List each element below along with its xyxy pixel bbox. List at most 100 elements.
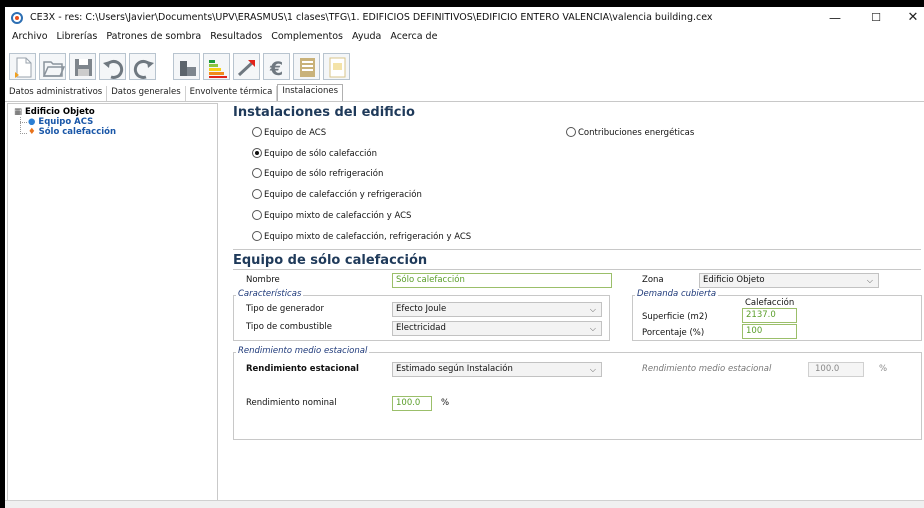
rendimiento-nominal-unit: % <box>441 398 450 408</box>
close-button[interactable]: ✕ <box>898 9 924 27</box>
radio-label: Equipo mixto de calefacción, refrigeraci… <box>264 232 472 242</box>
radio-mixto-calefaccion-refrigeracion-acs[interactable]: Equipo mixto de calefacción, refrigeraci… <box>252 231 471 242</box>
tree-node-label: Edificio Objeto <box>25 107 95 117</box>
save-icon[interactable] <box>69 53 96 80</box>
tab-datos-administrativos[interactable]: Datos administrativos <box>5 86 108 101</box>
water-drop-icon: ● <box>28 117 36 127</box>
radio-label: Equipo de sólo refrigeración <box>264 169 384 179</box>
tree-node-label: Equipo ACS <box>38 117 94 127</box>
zona-select[interactable]: Edificio Objeto ⌵ <box>699 273 879 288</box>
radio-circle <box>252 231 262 241</box>
radio-label: Contribuciones energéticas <box>578 128 695 138</box>
porcentaje-field[interactable]: 100 <box>742 324 797 339</box>
radio-calefaccion-refrigeracion[interactable]: Equipo de calefacción y refrigeración <box>252 189 422 200</box>
maximize-button[interactable]: ☐ <box>861 9 891 27</box>
rendimiento-medio-label: Rendimiento medio estacional <box>642 364 772 374</box>
menu-archivo[interactable]: Archivo <box>12 31 48 47</box>
certificate-icon[interactable] <box>323 53 350 80</box>
demanda-title: Demanda cubierta <box>635 289 719 299</box>
menu-bar: Archivo Librerías Patrones de sombra Res… <box>5 31 437 47</box>
tree-guide <box>20 133 27 134</box>
chart-arrow-icon[interactable] <box>233 53 260 80</box>
section-divider <box>233 249 921 250</box>
radio-label: Equipo de sólo calefacción <box>264 149 378 159</box>
tab-envolvente-termica[interactable]: Envolvente térmica <box>186 86 278 101</box>
radio-circle <box>252 168 262 178</box>
menu-complementos[interactable]: Complementos <box>271 31 343 47</box>
flame-icon: ♦ <box>28 127 36 137</box>
radio-circle <box>566 127 576 137</box>
combustible-value: Electricidad <box>396 323 446 333</box>
energy-rating-icon[interactable] <box>203 53 230 80</box>
tab-instalaciones[interactable]: Instalaciones <box>277 84 344 101</box>
superficie-field[interactable]: 2137.0 <box>742 308 797 323</box>
chevron-down-icon: ⌵ <box>589 324 596 333</box>
nombre-field[interactable]: Sólo calefacción <box>392 273 612 288</box>
radio-label: Equipo de ACS <box>264 128 327 138</box>
equipment-title: Equipo de sólo calefacción <box>233 253 428 268</box>
caracteristicas-title: Características <box>236 289 304 299</box>
radio-circle <box>252 127 262 137</box>
superficie-label: Superficie (m2) <box>642 312 708 322</box>
calefaccion-column-label: Calefacción <box>745 298 795 308</box>
rendimiento-nominal-field[interactable]: 100.0 <box>392 396 432 411</box>
radio-solo-refrigeracion[interactable]: Equipo de sólo refrigeración <box>252 168 383 179</box>
installations-title: Instalaciones del edificio <box>233 105 415 120</box>
status-bar <box>5 500 924 508</box>
building-icon[interactable] <box>173 53 200 80</box>
report-icon[interactable] <box>293 53 320 80</box>
app-window: CE3X - res: C:\Users\Javier\Documents\UP… <box>5 7 924 508</box>
chevron-down-icon: ⌵ <box>589 365 596 374</box>
rendimiento-estacional-value: Estimado según Instalación <box>396 364 513 374</box>
nombre-label: Nombre <box>246 275 280 285</box>
menu-librerias[interactable]: Librerías <box>57 31 98 47</box>
zona-value: Edificio Objeto <box>703 275 765 285</box>
generador-label: Tipo de generador <box>246 304 324 314</box>
minimize-button[interactable]: — <box>820 9 850 27</box>
rendimiento-nominal-label: Rendimiento nominal <box>246 398 337 408</box>
rendimiento-estacional-label: Rendimiento estacional <box>246 364 359 374</box>
tab-datos-generales[interactable]: Datos generales <box>107 86 186 101</box>
building-small-icon: ▦ <box>14 107 23 117</box>
building-tree: ▦ Edificio Objeto ● Equipo ACS ♦ Sólo ca… <box>7 103 218 508</box>
toolbar: € <box>5 50 924 83</box>
radio-contribuciones-energeticas[interactable]: Contribuciones energéticas <box>566 127 694 138</box>
menu-acerca-de[interactable]: Acerca de <box>390 31 437 47</box>
rendimiento-estacional-select[interactable]: Estimado según Instalación ⌵ <box>392 362 602 377</box>
menu-ayuda[interactable]: Ayuda <box>352 31 381 47</box>
combustible-select[interactable]: Electricidad ⌵ <box>392 321 602 336</box>
rendimiento-title: Rendimiento medio estacional <box>236 346 370 356</box>
undo-icon[interactable] <box>99 53 126 80</box>
radio-circle <box>252 148 262 158</box>
new-file-icon[interactable] <box>9 53 36 80</box>
tree-node-label: Sólo calefacción <box>38 127 117 137</box>
zona-label: Zona <box>642 275 664 285</box>
generador-value: Efecto Joule <box>396 304 447 314</box>
radio-equipo-acs[interactable]: Equipo de ACS <box>252 127 326 138</box>
euro-icon[interactable]: € <box>263 53 290 80</box>
window-title: CE3X - res: C:\Users\Javier\Documents\UP… <box>30 12 713 23</box>
rendimiento-medio-unit: % <box>879 364 888 374</box>
chevron-down-icon: ⌵ <box>866 276 873 285</box>
tree-node-solo-calefaccion[interactable]: ♦ Sólo calefacción <box>28 127 117 137</box>
porcentaje-label: Porcentaje (%) <box>642 328 705 338</box>
main-panel: Instalaciones del edificio Equipo de ACS… <box>228 103 924 508</box>
radio-circle <box>252 189 262 199</box>
radio-label: Equipo de calefacción y refrigeración <box>264 190 422 200</box>
generador-select[interactable]: Efecto Joule ⌵ <box>392 302 602 317</box>
menu-resultados[interactable]: Resultados <box>210 31 262 47</box>
tree-guide <box>20 117 21 134</box>
radio-solo-calefaccion[interactable]: Equipo de sólo calefacción <box>252 148 377 159</box>
app-logo-icon <box>11 12 23 24</box>
open-folder-icon[interactable] <box>39 53 66 80</box>
chevron-down-icon: ⌵ <box>589 305 596 314</box>
redo-icon[interactable] <box>129 53 156 80</box>
tree-node-edificio-objeto[interactable]: ▦ Edificio Objeto <box>14 107 95 117</box>
radio-mixto-calefaccion-acs[interactable]: Equipo mixto de calefacción y ACS <box>252 210 411 221</box>
title-bar: CE3X - res: C:\Users\Javier\Documents\UP… <box>5 7 924 29</box>
rendimiento-medio-field: 100.0 <box>808 362 864 377</box>
menu-patrones-sombra[interactable]: Patrones de sombra <box>106 31 201 47</box>
combustible-label: Tipo de combustible <box>246 322 332 332</box>
section-divider <box>233 269 921 270</box>
tree-node-equipo-acs[interactable]: ● Equipo ACS <box>28 117 93 127</box>
